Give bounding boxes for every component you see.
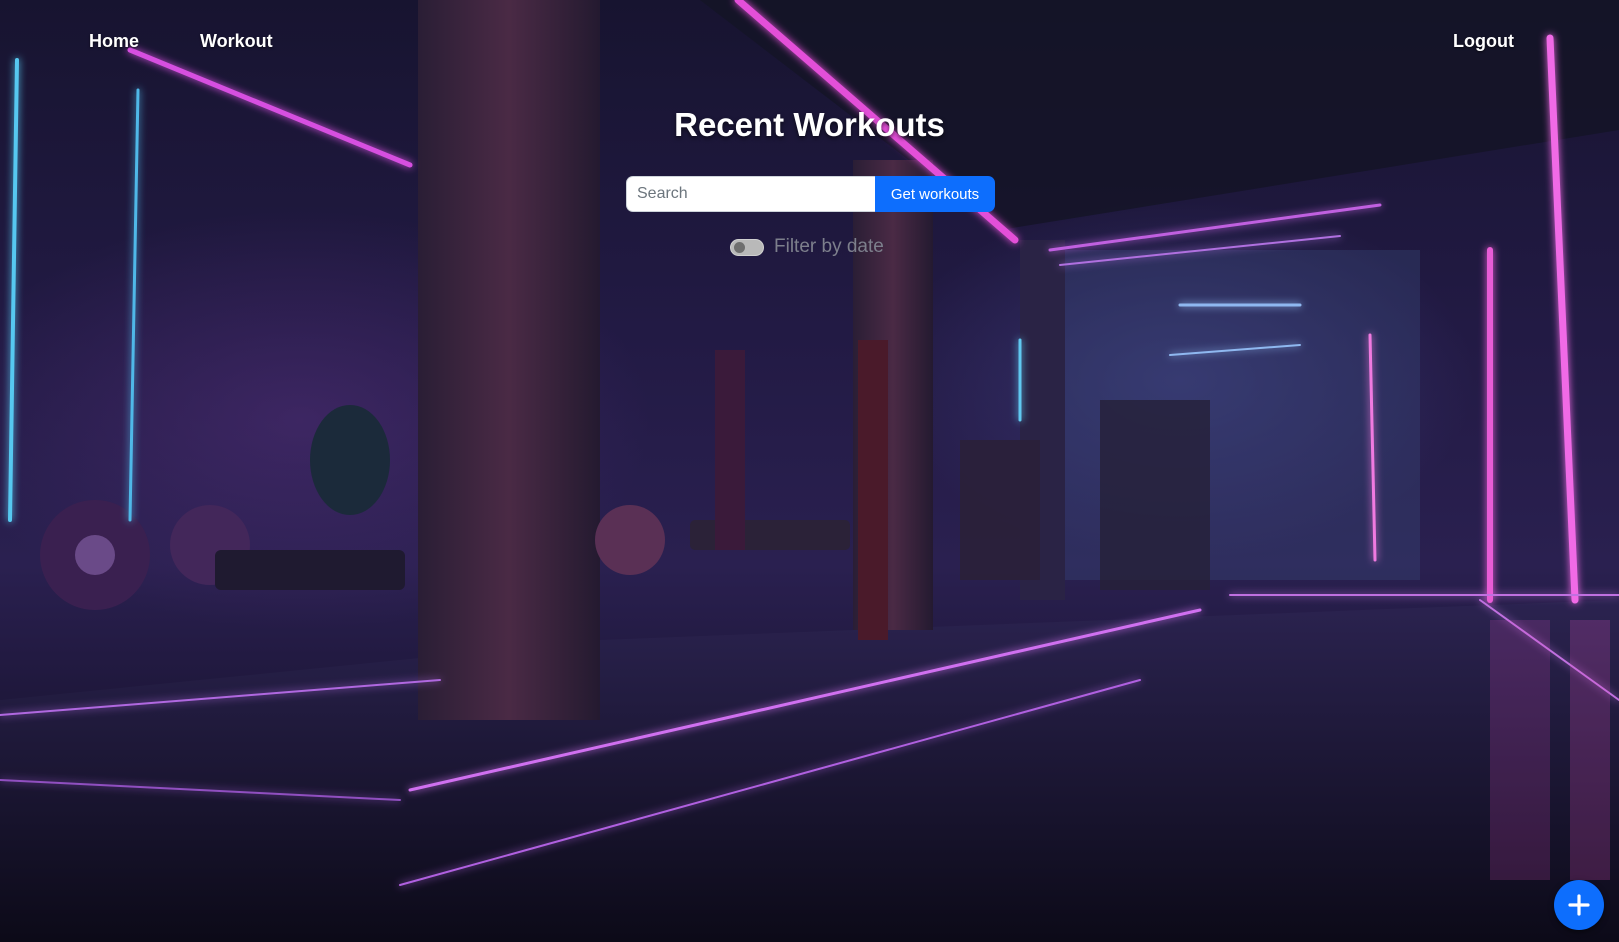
get-workouts-button[interactable]: Get workouts <box>875 176 995 212</box>
search-bar: Get workouts <box>626 176 995 212</box>
add-workout-button[interactable] <box>1554 880 1604 930</box>
nav-home-link[interactable]: Home <box>89 31 139 52</box>
nav-workout-link[interactable]: Workout <box>200 31 273 52</box>
page-title: Recent Workouts <box>674 106 945 143</box>
filter-by-date-label: Filter by date <box>774 236 884 257</box>
page: Home Workout Logout Recent Workouts Get … <box>0 0 1619 942</box>
filter-by-date-row: Filter by date <box>730 236 884 258</box>
plus-icon <box>1568 894 1590 916</box>
toggle-knob <box>734 241 745 253</box>
search-input[interactable] <box>626 176 875 212</box>
nav-logout-link[interactable]: Logout <box>1453 31 1514 52</box>
filter-by-date-toggle[interactable] <box>730 238 764 256</box>
